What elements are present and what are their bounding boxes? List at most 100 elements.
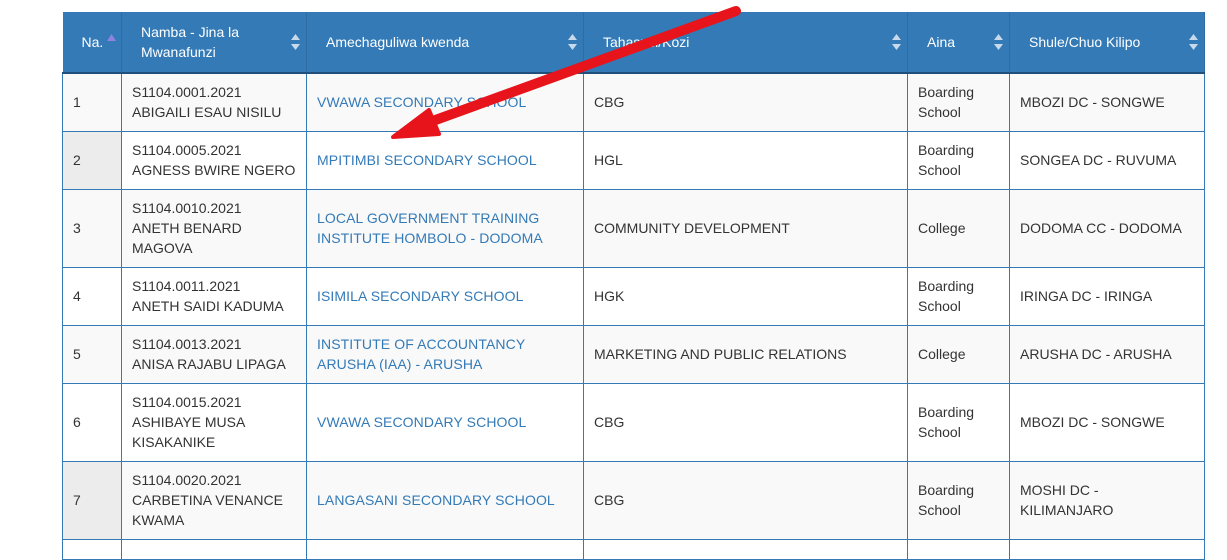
sort-both-icon (892, 34, 901, 50)
school-cell (306, 538, 584, 560)
school-link[interactable]: ISIMILA SECONDARY SCHOOL (317, 288, 524, 304)
row-number-cell: 6 (62, 382, 122, 462)
school-type: Boarding School (918, 482, 975, 518)
course-cell: COMMUNITY DEVELOPMENT (583, 188, 908, 268)
table-row: 4 S1104.0011.2021 ANETH SAIDI KADUMA ISIMIL… (62, 266, 1205, 326)
location-cell (1009, 538, 1205, 560)
course-text: CBG (594, 414, 625, 430)
student-cell: S1104.0001.2021 ABIGAILI ESAU NISILU (121, 72, 307, 132)
student-name: ABIGAILI ESAU NISILU (132, 104, 282, 121)
school-cell: ISIMILA SECONDARY SCHOOL (306, 266, 584, 326)
student-name: ANETH BENARD MAGOVA (132, 220, 242, 256)
column-header-school[interactable]: Amechaguliwa kwenda (306, 12, 584, 74)
sort-both-icon (568, 34, 577, 50)
student-name: ASHIBAYE MUSA KISAKANIKE (132, 414, 245, 450)
row-number: 7 (73, 492, 81, 508)
column-header-label: Tahasusi/Kozi (603, 34, 690, 50)
school-cell: LOCAL GOVERNMENT TRAINING INSTITUTE HOMB… (306, 188, 584, 268)
location-cell: ARUSHA DC - ARUSHA (1009, 324, 1205, 384)
school-location: DODOMA CC - DODOMA (1020, 220, 1182, 236)
school-link[interactable]: VWAWA SECONDARY SCHOOL (317, 94, 526, 110)
column-header-type[interactable]: Aina (907, 12, 1010, 74)
course-text: HGK (594, 288, 625, 304)
row-number: 3 (73, 220, 81, 236)
type-cell: Boarding School (907, 130, 1010, 190)
course-cell: HGL (583, 130, 908, 190)
school-cell: VWAWA SECONDARY SCHOOL (306, 72, 584, 132)
row-number-cell: 7 (62, 460, 122, 540)
location-cell: SONGEA DC - RUVUMA (1009, 130, 1205, 190)
student-name: CARBETINA VENANCE KWAMA (132, 492, 283, 528)
sort-both-icon (1189, 34, 1198, 50)
sort-both-icon (994, 34, 1003, 50)
location-cell: MOSHI DC - KILIMANJARO (1009, 460, 1205, 540)
table-row: 1 S1104.0001.2021 ABIGAILI ESAU NISILU VWAW… (62, 72, 1205, 132)
course-text: MARKETING AND PUBLIC RELATIONS (594, 346, 847, 362)
row-number-cell: 2 (62, 130, 122, 190)
student-number: S1104.0015.2021 (132, 394, 242, 410)
school-cell: MPITIMBI SECONDARY SCHOOL (306, 130, 584, 190)
row-number: 1 (73, 94, 81, 111)
type-cell: Boarding School (907, 72, 1010, 132)
school-type: Boarding School (918, 84, 975, 121)
course-text: HGL (594, 152, 623, 168)
course-text: CBG (594, 94, 625, 111)
type-cell: College (907, 188, 1010, 268)
location-cell: DODOMA CC - DODOMA (1009, 188, 1205, 268)
location-cell: IRINGA DC - IRINGA (1009, 266, 1205, 326)
location-cell: MBOZI DC - SONGWE (1009, 382, 1205, 462)
school-link[interactable]: MPITIMBI SECONDARY SCHOOL (317, 152, 537, 168)
column-header-label: Amechaguliwa kwenda (326, 34, 470, 50)
column-header-label: Shule/Chuo Kilipo (1029, 34, 1141, 50)
student-number: S1104.0011.2021 (132, 278, 241, 294)
school-location: SONGEA DC - RUVUMA (1020, 152, 1177, 168)
school-location: MBOZI DC - SONGWE (1020, 94, 1165, 111)
row-number-cell: 3 (62, 188, 122, 268)
student-number: S1104.0001.2021 (132, 84, 242, 101)
table-header: Na. Namba - Jina la Mwanafunzi Amechagul… (62, 12, 1205, 74)
student-cell: S1104.0013.2021 ANISA RAJABU LIPAGA (121, 324, 307, 384)
student-cell: S1104.0011.2021 ANETH SAIDI KADUMA (121, 266, 307, 326)
student-number: S1104.0013.2021 (132, 336, 242, 352)
course-cell (583, 538, 908, 560)
course-text: COMMUNITY DEVELOPMENT (594, 220, 790, 236)
school-cell: LANGASANI SECONDARY SCHOOL (306, 460, 584, 540)
school-type: Boarding School (918, 404, 975, 440)
school-cell: INSTITUTE OF ACCOUNTANCY ARUSHA (IAA) - … (306, 324, 584, 384)
column-header-label: Na. (81, 34, 104, 50)
row-number-cell: 1 (62, 72, 122, 132)
sort-asc-icon (106, 34, 116, 41)
column-header-student[interactable]: Namba - Jina la Mwanafunzi (121, 12, 307, 74)
school-location: MOSHI DC - KILIMANJARO (1020, 482, 1114, 518)
row-number-cell: 5 (62, 324, 122, 384)
school-type: Boarding School (918, 142, 975, 178)
course-text: CBG (594, 492, 625, 508)
school-link[interactable]: INSTITUTE OF ACCOUNTANCY ARUSHA (IAA) - … (317, 336, 525, 372)
student-cell: S1104.0005.2021 AGNESS BWIRE NGERO (121, 130, 307, 190)
column-header-number[interactable]: Na. (62, 12, 122, 74)
row-number-cell: 4 (62, 266, 122, 326)
school-link[interactable]: LANGASANI SECONDARY SCHOOL (317, 492, 555, 508)
student-cell: S1104.0020.2021 CARBETINA VENANCE KWAMA (121, 460, 307, 540)
column-header-course[interactable]: Tahasusi/Kozi (583, 12, 908, 74)
school-link[interactable]: VWAWA SECONDARY SCHOOL (317, 414, 526, 430)
student-number: S1104.0010.2021 (132, 200, 242, 216)
row-number: 2 (73, 152, 81, 168)
school-type: Boarding School (918, 278, 975, 314)
column-header-location[interactable]: Shule/Chuo Kilipo (1009, 12, 1205, 74)
table-row (62, 538, 1205, 560)
type-cell: Boarding School (907, 460, 1010, 540)
school-location: IRINGA DC - IRINGA (1020, 288, 1153, 304)
row-number: 6 (73, 414, 81, 430)
type-cell: Boarding School (907, 382, 1010, 462)
school-link[interactable]: LOCAL GOVERNMENT TRAINING INSTITUTE HOMB… (317, 210, 543, 246)
course-cell: CBG (583, 382, 908, 462)
student-name: ANISA RAJABU LIPAGA (132, 356, 286, 372)
type-cell: College (907, 324, 1010, 384)
column-header-label: Aina (927, 34, 956, 50)
course-cell: CBG (583, 72, 908, 132)
table-row: 2 S1104.0005.2021 AGNESS BWIRE NGERO MPITIM… (62, 130, 1205, 190)
table-row: 6 S1104.0015.2021 ASHIBAYE MUSA KISAKANIKE… (62, 382, 1205, 462)
students-table: Na. Namba - Jina la Mwanafunzi Amechagul… (62, 12, 1205, 560)
student-cell (121, 538, 307, 560)
